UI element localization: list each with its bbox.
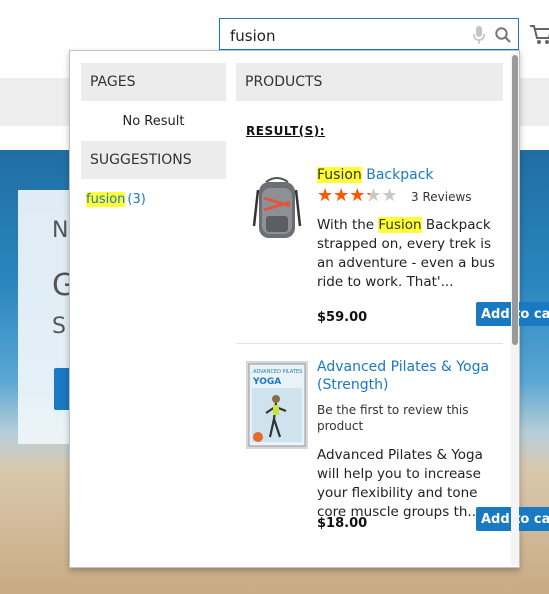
reviews-link[interactable]: 3 Reviews [411,190,472,204]
suggestion-term[interactable]: fusion [86,192,126,207]
results-label: RESULT(S): [246,124,326,138]
product-image[interactable]: ADVANCED PILATES YOGA [246,361,308,449]
suggestion-item[interactable]: fusion (3) [86,192,146,207]
product-rating: ★★★★★ ★★★★★ 3 Reviews [317,185,507,206]
hero-text-3: S [52,314,66,339]
product-name-link[interactable]: Fusion Backpack [317,166,507,184]
search-box[interactable]: fusion [219,18,519,50]
product-item: Fusion Backpack ★★★★★ ★★★★★ 3 Reviews Wi… [236,156,549,342]
review-prompt-link[interactable]: Be the first to review this product [317,402,507,434]
pages-heading: PAGES [81,63,226,101]
product-description: With the Fusion Backpack strapped on, ev… [317,217,495,290]
product-price: $18.00 [317,516,368,531]
suggestions-heading: SUGGESTIONS [81,141,226,179]
svg-text:YOGA: YOGA [252,377,281,387]
hero-text-1: N [52,218,69,243]
product-image[interactable] [246,176,308,242]
product-info: Fusion Backpack ★★★★★ ★★★★★ 3 Reviews Wi… [317,166,507,292]
svg-text:ADVANCED PILATES: ADVANCED PILATES [253,369,302,375]
cart-icon[interactable] [529,20,549,48]
product-name-link[interactable]: Advanced Pilates & Yoga (Strength) [317,358,507,394]
pages-empty: No Result [122,114,185,129]
search-input[interactable]: fusion [230,27,275,45]
microphone-icon[interactable] [472,25,486,45]
search-autocomplete: PAGES No Result SUGGESTIONS fusion (3) PR… [69,50,549,568]
star-icon: ★★★★★ ★★★★★ [317,185,398,206]
scrollbar-thumb[interactable] [512,55,518,345]
product-info: Advanced Pilates & Yoga (Strength) Be th… [317,358,507,522]
search-icon[interactable] [494,26,512,44]
products-heading: PRODUCTS [236,63,503,101]
product-price: $59.00 [317,310,368,325]
product-item: ADVANCED PILATES YOGA Advanced Pilates &… [236,343,549,554]
suggestion-count[interactable]: (3) [127,192,145,207]
